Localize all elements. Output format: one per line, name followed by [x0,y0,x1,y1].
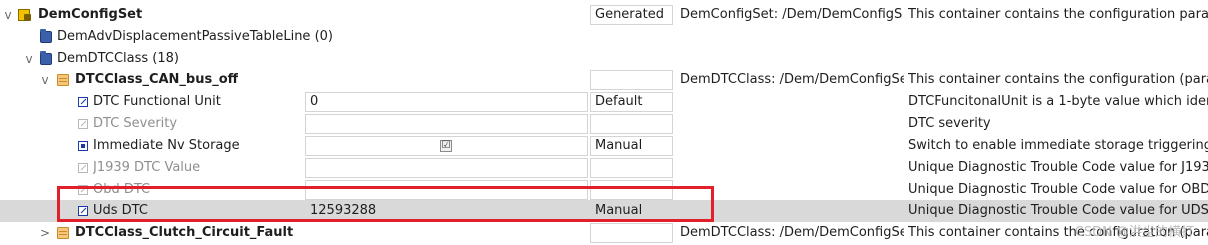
tree-row-demconfigset[interactable]: v DemConfigSet Generated DemConfigSet: /… [0,4,1208,26]
param-label: Immediate Nv Storage [93,138,240,153]
chevron-down-icon[interactable]: v [39,69,51,91]
param-label: DTC Functional Unit [93,94,221,109]
chevron-right-icon[interactable]: > [39,222,51,244]
description-text: Unique Diagnostic Trouble Code value for… [908,160,1208,175]
origin-field[interactable]: Manual [590,136,673,156]
parameter-icon [78,185,88,195]
tree-label: DemConfigSet [38,7,143,22]
param-label: DTC Severity [93,116,178,131]
param-value-field[interactable]: 12593288 [305,201,588,221]
param-row-dtc-functional-unit[interactable]: DTC Functional Unit 0 Default DTCFuncito… [0,91,1208,113]
folder-icon [40,29,52,43]
tree-row-dtcclass-can-bus-off[interactable]: v DTCClass_CAN_bus_off DemDTCClass: /Dem… [0,69,1208,91]
chevron-down-icon[interactable]: v [2,4,14,26]
parameter-icon [78,163,88,173]
definition-path: DemDTCClass: /Dem/DemConfigSe [680,72,904,87]
param-value-field[interactable] [305,114,588,134]
description-text: This container contains the configuratio… [908,7,1208,22]
origin-field[interactable] [590,223,673,243]
param-value-field[interactable] [305,158,588,178]
param-row-dtc-severity[interactable]: DTC Severity DTC severity [0,113,1208,135]
origin-field[interactable] [590,158,673,178]
origin-field[interactable]: Generated [590,5,673,25]
immediate-nv-storage-checkbox[interactable]: ☑ [440,140,452,152]
tree-row-demdtcclass[interactable]: v DemDTCClass (18) [0,48,1208,70]
tree-row-dtcclass-clutch-circuit-fault[interactable]: > DTCClass_Clutch_Circuit_Fault DemDTCCl… [0,222,1208,244]
container-icon [57,227,69,239]
origin-field[interactable] [590,114,673,134]
description-text: Unique Diagnostic Trouble Code value for… [908,182,1208,197]
description-text: DTC severity [908,116,991,131]
parameter-icon [78,97,88,107]
parameter-icon [78,119,88,129]
tree-row-demadvdisplacement[interactable]: DemAdvDisplacementPassiveTableLine (0) [0,26,1208,48]
param-value-field[interactable]: 0 [305,92,588,112]
config-set-icon [18,9,31,21]
description-text: Switch to enable immediate storage trigg… [908,138,1208,153]
definition-path: DemDTCClass: /Dem/DemConfigSe [680,225,904,240]
tree-label: DemAdvDisplacementPassiveTableLine (0) [57,29,333,44]
param-value-field[interactable] [305,180,588,200]
description-text: DTCFuncitonalUnit is a 1-byte value whic… [908,94,1208,109]
description-text: Unique Diagnostic Trouble Code value for… [908,203,1208,218]
param-row-j1939-dtc-value[interactable]: J1939 DTC Value Unique Diagnostic Troubl… [0,157,1208,179]
param-label: Uds DTC [93,203,148,218]
tree-label: DTCClass_Clutch_Circuit_Fault [75,225,294,240]
param-label: Obd DTC [93,182,151,197]
boolean-parameter-icon [78,141,88,151]
origin-field[interactable]: Default [590,92,673,112]
param-label: J1939 DTC Value [93,160,201,175]
tree-label: DTCClass_CAN_bus_off [75,72,239,87]
param-row-obd-dtc[interactable]: Obd DTC Unique Diagnostic Trouble Code v… [0,179,1208,201]
definition-path: DemConfigSet: /Dem/DemConfigS [680,7,903,22]
origin-field[interactable]: Manual [590,201,673,221]
origin-field[interactable] [590,180,673,200]
description-text: This container contains the configuratio… [908,72,1208,87]
watermark: CSDN @洪尘的横打 [1074,225,1194,240]
parameter-icon [78,206,88,216]
param-row-immediate-nv-storage[interactable]: Immediate Nv Storage ☑ Manual Switch to … [0,135,1208,157]
folder-icon [40,51,52,65]
param-row-uds-dtc[interactable]: Uds DTC 12593288 Manual Unique Diagnosti… [0,200,1208,222]
tree-label: DemDTCClass (18) [57,51,179,66]
chevron-down-icon[interactable]: v [23,48,35,70]
container-icon [57,74,69,86]
origin-field[interactable] [590,70,673,90]
